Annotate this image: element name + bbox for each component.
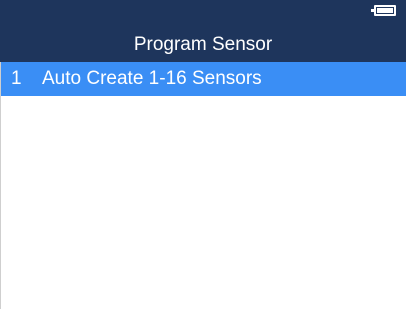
menu-item-auto-create-sensors[interactable]: 1 Auto Create 1-16 Sensors xyxy=(0,62,406,96)
page-title: Program Sensor xyxy=(133,34,273,55)
device-screen: Program Sensor 1 Auto Create 1-16 Sensor… xyxy=(0,0,406,309)
battery-icon xyxy=(371,5,396,16)
menu-item-index: 1 xyxy=(11,68,22,89)
battery-level-fill xyxy=(377,8,393,13)
header-bar: Program Sensor xyxy=(0,0,406,62)
left-border xyxy=(0,62,1,309)
battery-tip xyxy=(371,9,374,12)
menu-list: 1 Auto Create 1-16 Sensors xyxy=(0,62,406,96)
menu-item-label: Auto Create 1-16 Sensors xyxy=(42,68,262,89)
